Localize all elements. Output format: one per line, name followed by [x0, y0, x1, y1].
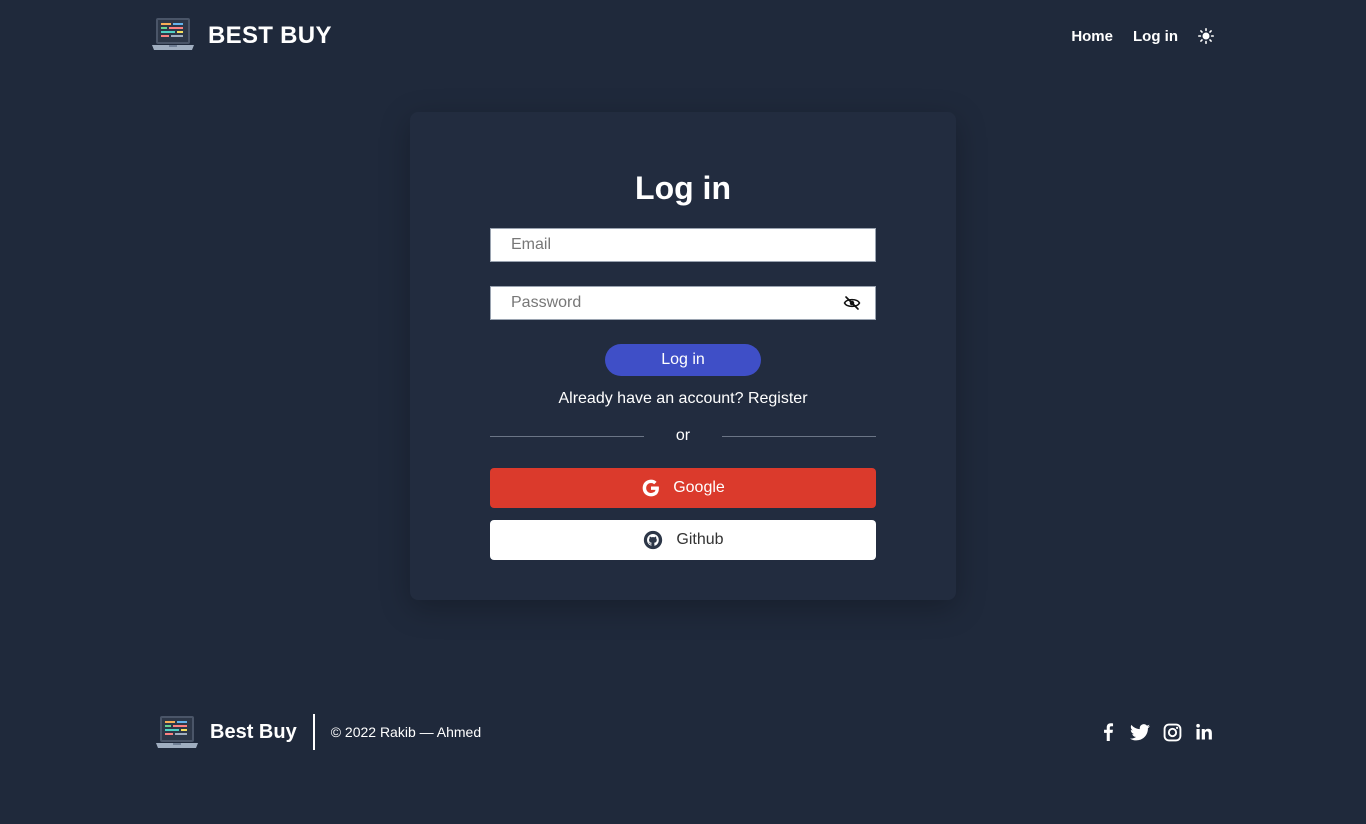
google-label: Google — [673, 479, 725, 496]
divider-right — [722, 436, 876, 437]
divider-left — [490, 436, 644, 437]
email-field — [490, 228, 876, 262]
github-icon — [642, 529, 664, 551]
footer-left: Best Buy © 2022 Rakib — Ahmed — [156, 714, 481, 750]
password-input[interactable] — [491, 287, 875, 319]
laptop-logo-icon — [156, 715, 198, 749]
sun-icon[interactable] — [1198, 28, 1214, 44]
footer-brand: Best Buy — [210, 720, 297, 743]
brand[interactable]: BEST BUY — [152, 17, 332, 56]
page: BEST BUY Home Log in Log in Email Log in… — [0, 0, 1366, 824]
header: BEST BUY Home Log in — [152, 16, 1214, 56]
twitter-icon[interactable] — [1130, 722, 1150, 742]
github-label: Github — [676, 531, 724, 548]
register-line: Already have an account? Register — [410, 390, 956, 408]
social-links — [1098, 722, 1214, 742]
copyright: © 2022 Rakib — Ahmed — [330, 724, 482, 740]
email-input[interactable] — [491, 229, 875, 261]
footer-separator — [312, 714, 315, 750]
laptop-logo-icon — [152, 17, 194, 56]
nav: Home Log in — [1071, 28, 1214, 45]
google-login-button[interactable]: Google — [490, 468, 876, 508]
nav-login-link[interactable]: Log in — [1133, 28, 1178, 45]
password-field — [490, 286, 876, 320]
google-icon — [641, 478, 661, 498]
divider-or: or — [675, 427, 691, 444]
register-link[interactable]: Register — [748, 390, 808, 407]
login-title: Log in — [635, 170, 731, 206]
facebook-icon[interactable] — [1098, 722, 1118, 742]
eye-off-icon[interactable] — [843, 294, 861, 312]
brand-title: BEST BUY — [208, 22, 332, 49]
register-prompt: Already have an account? — [558, 390, 744, 407]
instagram-icon[interactable] — [1162, 722, 1182, 742]
github-login-button[interactable]: Github — [490, 520, 876, 560]
nav-home-link[interactable]: Home — [1071, 28, 1113, 45]
footer: Best Buy © 2022 Rakib — Ahmed — [156, 712, 1214, 752]
login-submit-button[interactable]: Log in — [605, 344, 761, 376]
linkedin-icon[interactable] — [1194, 722, 1214, 742]
